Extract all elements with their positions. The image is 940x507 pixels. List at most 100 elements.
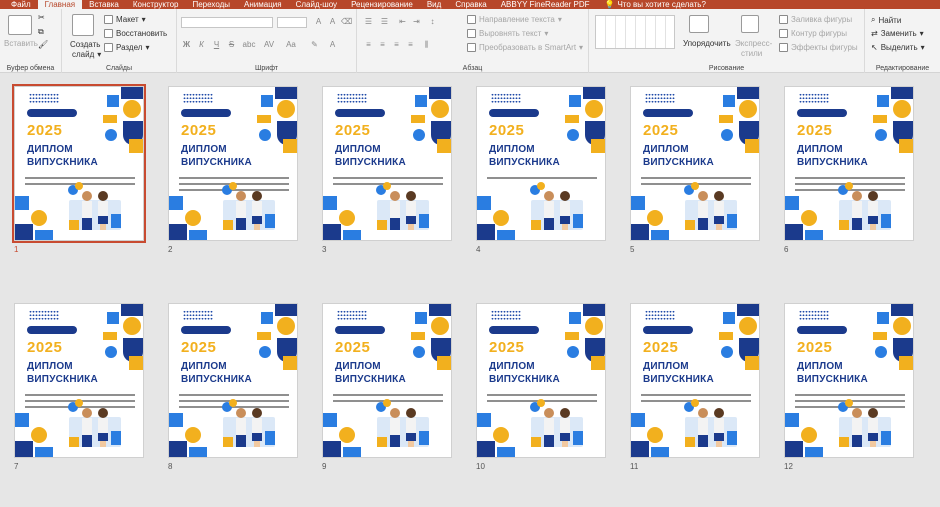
clear-format-icon[interactable]: ⌫: [341, 17, 352, 26]
bold-button[interactable]: Ж: [181, 40, 192, 49]
indent-icon[interactable]: ⇤: [397, 17, 408, 26]
slide-title-line1: ДИПЛОМ: [797, 144, 843, 155]
geometric-decor-bottom: [477, 196, 515, 240]
line-spacing-icon[interactable]: ↕: [427, 17, 438, 26]
slide-thumbnail[interactable]: 2025 ДИПЛОМ ВИПУСКНИКА: [476, 86, 606, 241]
new-slide-button-line1[interactable]: Создать: [70, 40, 100, 49]
slide-thumbnail[interactable]: 2025 ДИПЛОМ ВИПУСКНИКА: [12, 84, 146, 243]
strike-button[interactable]: S: [226, 40, 237, 49]
tab-5[interactable]: Анимация: [237, 0, 289, 9]
quick-styles-line2[interactable]: стили: [741, 49, 762, 58]
group-paragraph: ☰ ☰ ⇤ ⇥ ↕ ≡ ≡ ≡ ≡ ⫼ Направление текста ▾…: [357, 9, 589, 73]
slide-thumbnail[interactable]: 2025 ДИПЛОМ ВИПУСКНИКА: [168, 303, 298, 458]
geometric-decor: [253, 304, 297, 370]
format-painter-icon[interactable]: 🖌: [38, 40, 48, 49]
copy-icon[interactable]: ⧉: [38, 27, 44, 37]
outdent-icon[interactable]: ⇥: [411, 17, 422, 26]
quick-styles-icon[interactable]: [741, 15, 759, 33]
slide-thumbnail[interactable]: 2025 ДИПЛОМ ВИПУСКНИКА: [630, 303, 760, 458]
slide-thumbnail[interactable]: 2025 ДИПЛОМ ВИПУСКНИКА: [630, 86, 760, 241]
italic-button[interactable]: К: [196, 40, 207, 49]
geometric-decor-bottom: [323, 413, 361, 457]
slide-title-line2: ВИПУСКНИКА: [181, 374, 252, 385]
slide-number: 12: [784, 462, 793, 471]
align-text-button[interactable]: Выровнять текст ▾: [467, 29, 548, 38]
tab-3[interactable]: Конструктор: [126, 0, 186, 9]
spacing-button[interactable]: AV: [261, 40, 277, 49]
quick-styles-line1[interactable]: Экспресс-: [735, 39, 772, 48]
paste-button[interactable]: Вставить: [4, 39, 38, 48]
align-center-icon[interactable]: ≡: [377, 40, 388, 49]
cut-icon[interactable]: ✂: [38, 13, 45, 22]
shape-effects-button[interactable]: Эффекты фигуры: [779, 43, 858, 52]
font-color-icon[interactable]: A: [327, 40, 338, 49]
slide-title-line2: ВИПУСКНИКА: [27, 374, 98, 385]
case-button[interactable]: Aa: [283, 40, 299, 49]
text-line: [487, 177, 597, 179]
tab-9[interactable]: Справка: [448, 0, 493, 9]
dot-pattern: [183, 310, 213, 320]
font-name-combo[interactable]: [181, 17, 273, 28]
paste-icon[interactable]: [8, 15, 32, 35]
shape-outline-button[interactable]: Контур фигуры: [779, 29, 847, 38]
slide-thumbnail[interactable]: 2025 ДИПЛОМ ВИПУСКНИКА: [476, 303, 606, 458]
slide-number: 3: [322, 245, 327, 254]
new-slide-button-line2[interactable]: слайд ▾: [72, 50, 101, 59]
layout-icon: [104, 15, 113, 24]
tell-me-box[interactable]: 💡 Что вы хотите сделать?: [597, 0, 706, 9]
font-grow-icon[interactable]: A: [313, 17, 324, 26]
shape-fill-button[interactable]: Заливка фигуры: [779, 15, 852, 24]
geometric-decor-bottom: [169, 196, 207, 240]
slide-thumbnail[interactable]: 2025 ДИПЛОМ ВИПУСКНИКА: [322, 86, 452, 241]
font-size-combo[interactable]: [277, 17, 307, 28]
tab-10[interactable]: ABBYY FineReader PDF: [494, 0, 597, 9]
slide-thumbnail[interactable]: 2025 ДИПЛОМ ВИПУСКНИКА: [14, 303, 144, 458]
replace-button[interactable]: ⇄ Заменить ▾: [871, 29, 924, 38]
layout-button[interactable]: Макет ▾: [104, 15, 146, 24]
school-logo: [797, 326, 847, 334]
find-button[interactable]: ⌕ Найти: [871, 15, 901, 25]
justify-icon[interactable]: ≡: [405, 40, 416, 49]
slide-number: 5: [630, 245, 635, 254]
new-slide-icon[interactable]: [72, 14, 94, 36]
tab-0[interactable]: Файл: [4, 0, 38, 9]
tab-1[interactable]: Главная: [37, 0, 83, 9]
align-right-icon[interactable]: ≡: [391, 40, 402, 49]
arrange-icon[interactable]: [689, 15, 709, 33]
slide-thumbnail[interactable]: 2025 ДИПЛОМ ВИПУСКНИКА: [784, 303, 914, 458]
slide-year: 2025: [797, 122, 833, 139]
slide-title-line1: ДИПЛОМ: [797, 361, 843, 372]
numbering-icon[interactable]: ☰: [379, 17, 390, 26]
section-button[interactable]: Раздел ▾: [104, 43, 149, 52]
underline-button[interactable]: Ч: [211, 40, 222, 49]
tab-6[interactable]: Слайд-шоу: [289, 0, 344, 9]
smartart-button[interactable]: Преобразовать в SmartArt ▾: [467, 43, 583, 52]
text-direction-button[interactable]: Направление текста ▾: [467, 15, 562, 24]
shape-effects-label: Эффекты фигуры: [791, 43, 858, 52]
slide-title-line1: ДИПЛОМ: [489, 361, 535, 372]
align-text-icon: [467, 29, 476, 38]
geometric-decor: [869, 87, 913, 153]
text-direction-icon: [467, 15, 476, 24]
font-shrink-icon[interactable]: A: [327, 17, 338, 26]
clipboard-label: Буфер обмена: [6, 65, 55, 72]
bullets-icon[interactable]: ☰: [363, 17, 374, 26]
slide-thumbnail[interactable]: 2025 ДИПЛОМ ВИПУСКНИКА: [322, 303, 452, 458]
tab-8[interactable]: Вид: [420, 0, 448, 9]
arrange-button[interactable]: Упорядочить: [683, 39, 731, 48]
columns-icon[interactable]: ⫼: [421, 40, 432, 50]
geometric-decor-bottom: [785, 196, 823, 240]
tab-4[interactable]: Переходы: [185, 0, 237, 9]
reset-button[interactable]: Восстановить: [104, 29, 167, 38]
tab-2[interactable]: Вставка: [82, 0, 126, 9]
shapes-gallery[interactable]: [595, 15, 675, 49]
slide-thumbnail[interactable]: 2025 ДИПЛОМ ВИПУСКНИКА: [168, 86, 298, 241]
highlight-icon[interactable]: ✎: [309, 40, 320, 49]
shadow-button[interactable]: abc: [240, 40, 258, 49]
group-font: A A ⌫ Ж К Ч S abc AV Aa ✎ A Шрифт: [177, 9, 357, 73]
align-left-icon[interactable]: ≡: [363, 40, 374, 49]
tab-7[interactable]: Рецензирование: [344, 0, 420, 9]
fill-icon: [779, 15, 788, 24]
slide-thumbnail[interactable]: 2025 ДИПЛОМ ВИПУСКНИКА: [784, 86, 914, 241]
select-button[interactable]: ↖ Выделить ▾: [871, 43, 925, 52]
